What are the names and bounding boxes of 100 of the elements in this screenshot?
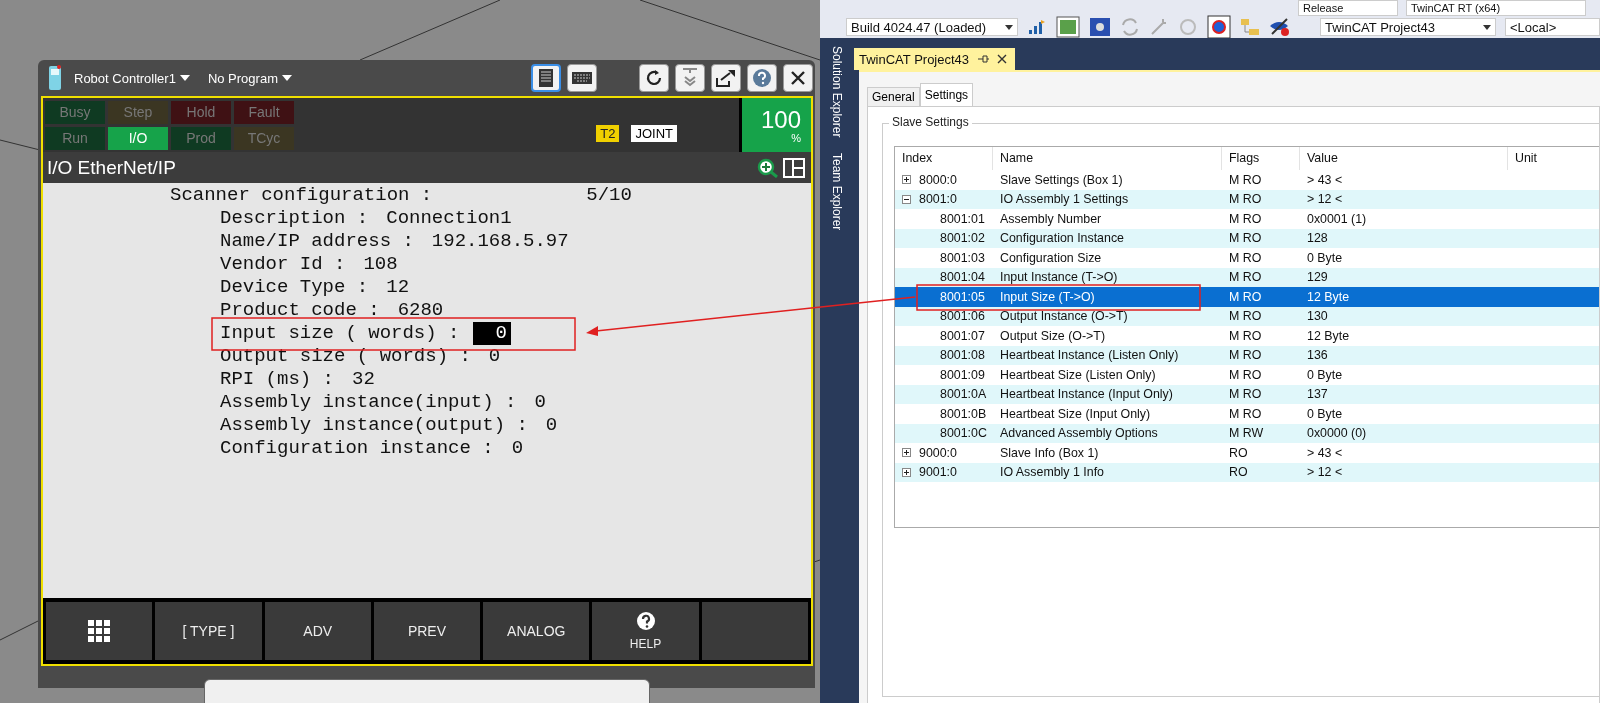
build-dropdown[interactable]: Build 4024.47 (Loaded) [846,18,1018,36]
target-dropdown[interactable]: <Local> [1505,18,1600,36]
flags-cell-text: M RO [1228,328,1263,343]
flags-cell-text: M RO [1228,309,1263,324]
field-value[interactable]: 6280 [393,299,448,322]
value-cell-text: 0 Byte [1306,250,1344,265]
table-row[interactable]: 8001:0C Advanced Assembly Options M RW 0x0000 (0) [895,423,1599,443]
table-row[interactable]: 8001:04 Input Instance (T->O) M RO 129 [895,267,1599,287]
function-key[interactable]: ANALOG [483,602,590,660]
field-value[interactable]: 32 [348,368,379,391]
status-lamp: I/O [108,126,168,150]
field-label: Input size ( words) : [220,322,460,345]
field-label: Assembly instance(input) : [220,391,517,414]
name-cell-text: Slave Info (Box 1) [999,445,1100,460]
value-cell-text: 12 Byte [1306,328,1351,343]
status-lamp: Step [108,100,168,124]
tab[interactable]: General [867,87,920,106]
field-value[interactable]: 192.168.5.97 [427,230,573,253]
field-value: 5/10 [585,184,633,207]
field-label: Description : [220,207,369,230]
table-row[interactable]: 9001:0 IO Assembly 1 Info RO > 12 < [895,462,1599,482]
document-title: TwinCAT Project43 [859,51,970,67]
flags-cell-text: M RO [1228,348,1263,363]
name-cell-text: Heartbeat Instance (Listen Only) [999,348,1180,363]
table-row[interactable]: 8001:0A Heartbeat Instance (Input Only) M RO 137 [895,384,1599,404]
column-header[interactable]: Unit [1508,147,1599,170]
index-cell: 9000:0 [919,445,957,460]
function-key[interactable]: [ TYPE ] [155,602,262,660]
flags-cell-text: M RW [1228,426,1265,441]
table-row[interactable]: 8001:08 Heartbeat Instance (Listen Only) M RO 136 [895,345,1599,365]
name-cell-text: Output Instance (O->T) [999,309,1129,324]
side-tab[interactable]: Solution Explorer [830,46,844,138]
table-row[interactable]: 9000:0 Slave Info (Box 1) RO > 43 < [895,443,1599,463]
column-header[interactable]: Index [895,147,993,170]
flags-cell-text: M RO [1228,211,1263,226]
document-tab[interactable]: TwinCAT Project43 [854,48,1016,70]
flags-cell-text: M RO [1228,250,1263,265]
value-cell-text: > 43 < [1306,172,1344,187]
field-value[interactable]: 0 [473,322,511,345]
controller-dropdown[interactable]: Robot Controller1 [68,70,196,86]
name-cell-text: Heartbeat Size (Input Only) [999,406,1152,421]
value-cell-text: 12 Byte [1306,289,1351,304]
index-cell: 8001:0 [919,192,957,207]
value-cell-text: 0x0001 (1) [1306,211,1368,226]
table-row[interactable]: 8001:09 Heartbeat Size (Listen Only) M RO 0 Byte [895,365,1599,385]
field-label: Assembly instance(output) : [220,414,528,437]
field-value[interactable]: 108 [359,253,402,276]
name-cell-text: IO Assembly 1 Info [999,465,1105,480]
index-cell: 8001:0C [940,426,987,441]
name-cell-text: Input Size (T->O) [999,289,1096,304]
column-header[interactable]: Value [1300,147,1508,170]
function-key[interactable]: PREV [373,602,481,660]
table-row[interactable]: 8001:02 Configuration Instance M RO 128 [895,228,1599,248]
flags-cell-text: M RO [1228,387,1263,402]
flags-cell-text: M RO [1228,289,1263,304]
field-value[interactable]: 0 [507,437,528,460]
index-cell: 8001:08 [940,348,985,363]
status-lamp: Busy [45,100,105,124]
table-row[interactable]: 8001:01 Assembly Number M RO 0x0001 (1) [895,209,1599,229]
mode-badge: T2 [596,124,620,142]
flags-cell-text: M RO [1228,231,1263,246]
program-dropdown[interactable]: No Program [201,70,298,86]
value-cell-text: 0 Byte [1306,367,1344,382]
field-value[interactable]: 0 [484,345,505,368]
index-cell: 8001:09 [940,367,985,382]
table-row[interactable]: 8001:0B Heartbeat Size (Input Only) M RO 0 Byte [895,404,1599,424]
field-value[interactable]: 0 [530,391,550,414]
side-tab[interactable]: Team Explorer [830,153,844,231]
table-row[interactable]: 8000:0 Slave Settings (Box 1) M RO > 43 < [895,170,1599,190]
field-value[interactable]: 0 [541,414,562,437]
flags-cell-text: M RO [1228,192,1263,207]
project-dropdown[interactable]: TwinCAT Project43 [1320,18,1496,36]
column-header[interactable]: Name [993,147,1222,170]
coordinate-badge: JOINT [631,124,677,142]
field-value[interactable]: Connection1 [382,207,516,230]
override-value: 100 [760,106,801,133]
table-row[interactable]: 8001:0 IO Assembly 1 Settings M RO > 12 < [895,189,1599,209]
screen-title: I/O EtherNet/IP [47,156,176,179]
field-value[interactable]: 12 [382,276,414,299]
index-cell: 8001:03 [940,250,985,265]
index-cell: 8001:0B [940,406,987,421]
table-row[interactable]: 8001:03 Configuration Size M RO 0 Byte [895,248,1599,268]
field-label: RPI (ms) : [220,368,335,391]
name-cell-text: Configuration Size [999,250,1103,265]
index-cell: 9001:0 [919,465,957,480]
field-label: Output size ( words) : [220,345,471,368]
name-cell-text: Heartbeat Size (Listen Only) [999,367,1157,382]
toolbar-dropdown[interactable]: Release [1298,0,1398,16]
table-row[interactable]: 8001:05 Input Size (T->O) M RO 12 Byte [895,287,1599,307]
column-header[interactable]: Flags [1222,147,1300,170]
toolbar-dropdown[interactable]: TwinCAT RT (x64) [1406,0,1586,16]
value-cell-text: 0 Byte [1306,406,1344,421]
table-row[interactable]: 8001:07 Output Size (O->T) M RO 12 Byte [895,326,1599,346]
function-key[interactable]: ADV [264,602,371,660]
flags-cell-text: RO [1228,445,1249,460]
field-label: Vendor Id : [220,253,346,276]
index-cell: 8001:0A [940,387,987,402]
flags-cell-text: RO [1228,465,1249,480]
help-key[interactable]: HELP [592,602,699,660]
tab[interactable]: Settings [919,83,974,106]
